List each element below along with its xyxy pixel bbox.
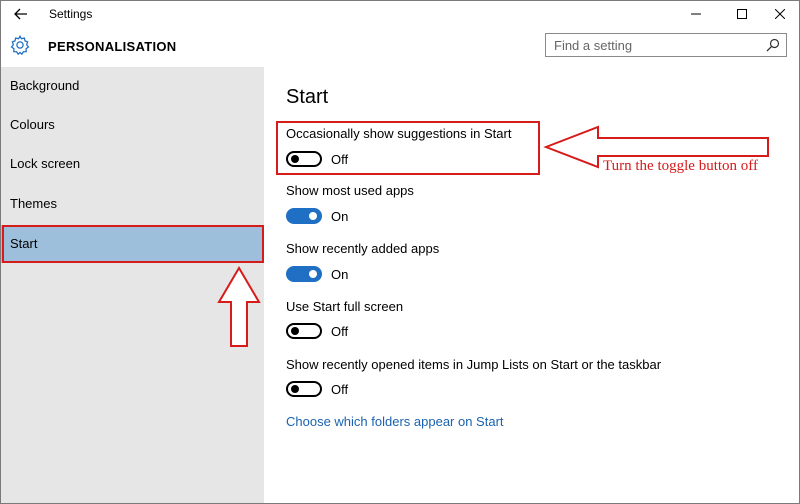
annotation-arrows (217, 125, 769, 347)
annotation-text: Turn the toggle button off (603, 158, 759, 174)
arrow-up-icon (217, 266, 261, 347)
